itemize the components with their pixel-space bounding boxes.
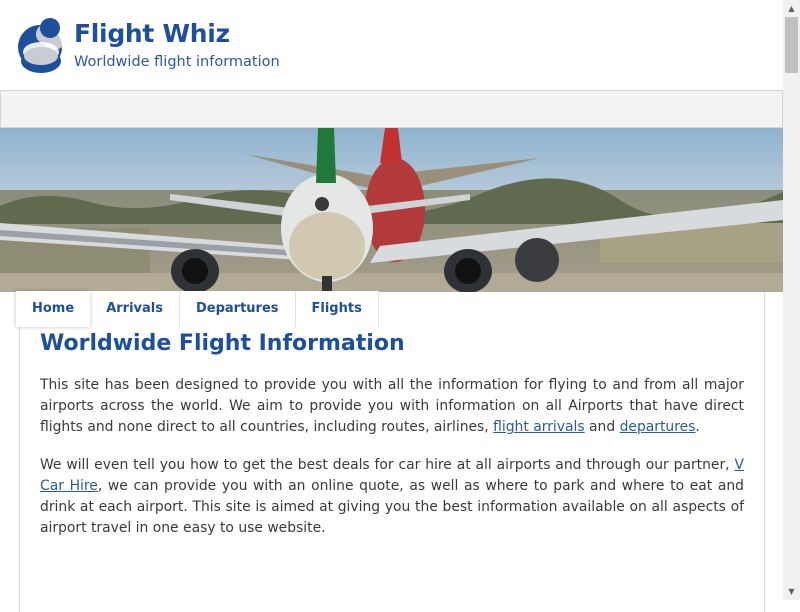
vertical-scrollbar[interactable]: ▲ ▼ — [783, 0, 800, 600]
flight-arrivals-link[interactable]: flight arrivals — [493, 419, 584, 435]
intro-paragraph: This site has been designed to provide y… — [40, 375, 744, 438]
car-hire-paragraph: We will even tell you how to get the bes… — [40, 455, 744, 539]
site-header: Flight Whiz Worldwide flight information — [0, 0, 783, 90]
arrow-down-icon[interactable]: ▼ — [783, 583, 800, 600]
page-title: Worldwide Flight Information — [40, 331, 405, 356]
site-subtitle: Worldwide flight information — [74, 54, 280, 70]
logo-icon[interactable] — [17, 14, 63, 76]
tab-home[interactable]: Home — [16, 291, 91, 327]
hero-image — [0, 128, 783, 292]
scrollbar-thumb[interactable] — [785, 17, 798, 73]
nav-bar-strip — [0, 90, 783, 128]
arrow-up-icon[interactable]: ▲ — [783, 0, 800, 17]
main-tabs: Home Arrivals Departures Flights — [16, 291, 379, 327]
tab-departures[interactable]: Departures — [179, 291, 296, 327]
tab-arrivals[interactable]: Arrivals — [90, 291, 180, 327]
paragraph-text: We will even tell you how to get the bes… — [40, 457, 735, 473]
paragraph-text: . — [695, 419, 700, 435]
paragraph-text: , we can provide you with an online quot… — [40, 478, 744, 536]
paragraph-text: and — [584, 419, 620, 435]
site-title[interactable]: Flight Whiz — [74, 19, 230, 48]
airplanes-on-runway-photo — [0, 128, 783, 292]
tab-flights[interactable]: Flights — [295, 291, 379, 327]
departures-link[interactable]: departures — [620, 419, 696, 435]
